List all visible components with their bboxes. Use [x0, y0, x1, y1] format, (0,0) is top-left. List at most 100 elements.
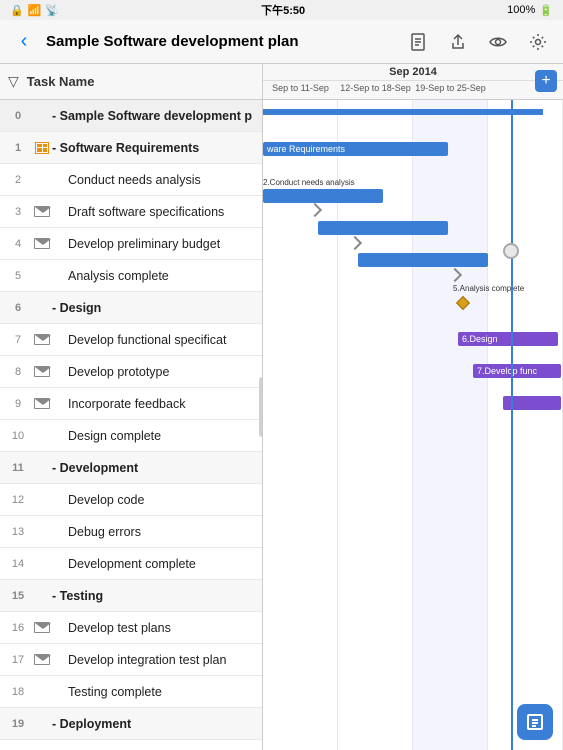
task-list: 0 - Sample Software development p 1 - So…: [0, 100, 262, 750]
task-name: Analysis complete: [52, 269, 258, 283]
row-number: 17: [4, 654, 32, 666]
status-left: 🔒 📶 📡: [10, 4, 59, 17]
fab-button[interactable]: [517, 704, 553, 740]
gantt-bar-row3[interactable]: 3.Draft software specifications: [318, 221, 448, 235]
table-row[interactable]: 4 Develop preliminary budget: [0, 228, 262, 260]
milestone-circle: [503, 243, 519, 259]
gantt-month-label: Sep 2014: [263, 64, 563, 81]
task-name: Develop functional specificat: [52, 333, 258, 347]
table-row[interactable]: 10 Design complete: [0, 420, 262, 452]
row-icon-1: [32, 142, 52, 154]
table-row[interactable]: 15 - Testing: [0, 580, 262, 612]
row-number: 12: [4, 494, 32, 506]
gantt-bar-row7[interactable]: 7.Develop func: [473, 364, 561, 378]
task-name: Develop prototype: [52, 365, 258, 379]
gantt-bar-row6[interactable]: 6.Design: [458, 332, 558, 346]
task-name: - Deployment: [52, 717, 258, 731]
table-row[interactable]: 6 - Design: [0, 292, 262, 324]
gantt-bar-row2[interactable]: [263, 189, 383, 203]
gantt-label-row2: 2.Conduct needs analysis: [263, 178, 355, 187]
row-number: 11: [4, 462, 32, 474]
table-row[interactable]: 1 - Software Requirements: [0, 132, 262, 164]
row-number: 0: [4, 110, 32, 122]
task-column-header: Task Name: [27, 74, 95, 89]
gantt-bar-row4[interactable]: 4.Develop preliminary budget: [358, 253, 488, 267]
table-row[interactable]: 0 - Sample Software development p: [0, 100, 262, 132]
table-row[interactable]: 9 Incorporate feedback: [0, 388, 262, 420]
row-number: 15: [4, 590, 32, 602]
task-name: - Development: [52, 461, 258, 475]
back-button[interactable]: ‹: [10, 28, 38, 56]
table-row[interactable]: 19 - Deployment: [0, 708, 262, 740]
battery-icon-right: 🔋: [539, 4, 553, 17]
row-number: 1: [4, 142, 32, 154]
task-name: Debug errors: [52, 525, 258, 539]
gantt-bar-row0[interactable]: [263, 109, 543, 115]
task-name: Incorporate feedback: [52, 397, 258, 411]
task-name: Draft software specifications: [52, 205, 258, 219]
table-row[interactable]: 11 - Development: [0, 452, 262, 484]
today-line: [511, 100, 513, 750]
gantt-arrow-2: [348, 236, 362, 250]
row-icon-7: [32, 334, 52, 345]
table-row[interactable]: 7 Develop functional specificat: [0, 324, 262, 356]
row-number: 19: [4, 718, 32, 730]
row-number: 5: [4, 270, 32, 282]
task-header: ▽ Task Name: [0, 64, 262, 100]
task-name: Develop preliminary budget: [52, 237, 258, 251]
gantt-arrow-3: [448, 268, 462, 282]
row-number: 4: [4, 238, 32, 250]
row-number: 9: [4, 398, 32, 410]
table-row[interactable]: 8 Develop prototype: [0, 356, 262, 388]
filter-icon[interactable]: ▽: [8, 73, 19, 90]
task-name: Develop code: [52, 493, 258, 507]
task-name: Testing complete: [52, 685, 258, 699]
gantt-arrow-1: [308, 203, 322, 217]
row-number: 2: [4, 174, 32, 186]
share-icon-button[interactable]: [443, 27, 473, 57]
table-row[interactable]: 2 Conduct needs analysis: [0, 164, 262, 196]
status-time: 下午5:50: [261, 2, 305, 18]
status-bar: 🔒 📶 📡 下午5:50 100% 🔋: [0, 0, 563, 20]
task-name: Development complete: [52, 557, 258, 571]
gantt-diamond-row5[interactable]: [456, 296, 470, 310]
row-icon-3: [32, 206, 52, 217]
row-number: 7: [4, 334, 32, 346]
add-column-button[interactable]: +: [535, 70, 557, 92]
row-number: 8: [4, 366, 32, 378]
task-name: Develop integration test plan: [52, 653, 258, 667]
table-row[interactable]: 14 Development complete: [0, 548, 262, 580]
eye-icon-button[interactable]: [483, 27, 513, 57]
row-icon-17: [32, 654, 52, 665]
gantt-week-3: 19-Sep to 25-Sep: [413, 81, 488, 95]
battery-icon: 🔒: [10, 4, 24, 17]
status-right: 100% 🔋: [507, 4, 553, 17]
document-icon-button[interactable]: [403, 27, 433, 57]
row-number: 6: [4, 302, 32, 314]
table-row[interactable]: 3 Draft software specifications: [0, 196, 262, 228]
task-panel: ▽ Task Name 0 - Sample Software developm…: [0, 64, 263, 750]
task-name: Develop test plans: [52, 621, 258, 635]
row-number: 13: [4, 526, 32, 538]
wifi-icon: 📶: [28, 4, 42, 17]
table-row[interactable]: 16 Develop test plans: [0, 612, 262, 644]
gear-icon-button[interactable]: [523, 27, 553, 57]
gantt-header: Sep 2014 Sep to 11-Sep 12-Sep to 18-Sep …: [263, 64, 563, 100]
table-row[interactable]: 13 Debug errors: [0, 516, 262, 548]
gantt-label-row5: 5.Analysis complete: [453, 284, 524, 293]
gantt-body: ware Requirements 2.Conduct needs analys…: [263, 100, 563, 750]
task-name: - Sample Software development p: [52, 109, 258, 123]
table-row[interactable]: 18 Testing complete: [0, 676, 262, 708]
gantt-bars: ware Requirements 2.Conduct needs analys…: [263, 100, 563, 750]
row-number: 10: [4, 430, 32, 442]
task-name: - Software Requirements: [52, 141, 258, 155]
table-row[interactable]: 17 Develop integration test plan: [0, 644, 262, 676]
task-name: Design complete: [52, 429, 258, 443]
gantt-bar-row1[interactable]: ware Requirements: [263, 142, 448, 156]
task-name: Conduct needs analysis: [52, 173, 258, 187]
main-content: ▽ Task Name 0 - Sample Software developm…: [0, 64, 563, 750]
nav-icons: [403, 27, 553, 57]
table-row[interactable]: 12 Develop code: [0, 484, 262, 516]
row-icon-9: [32, 398, 52, 409]
table-row[interactable]: 5 Analysis complete: [0, 260, 262, 292]
